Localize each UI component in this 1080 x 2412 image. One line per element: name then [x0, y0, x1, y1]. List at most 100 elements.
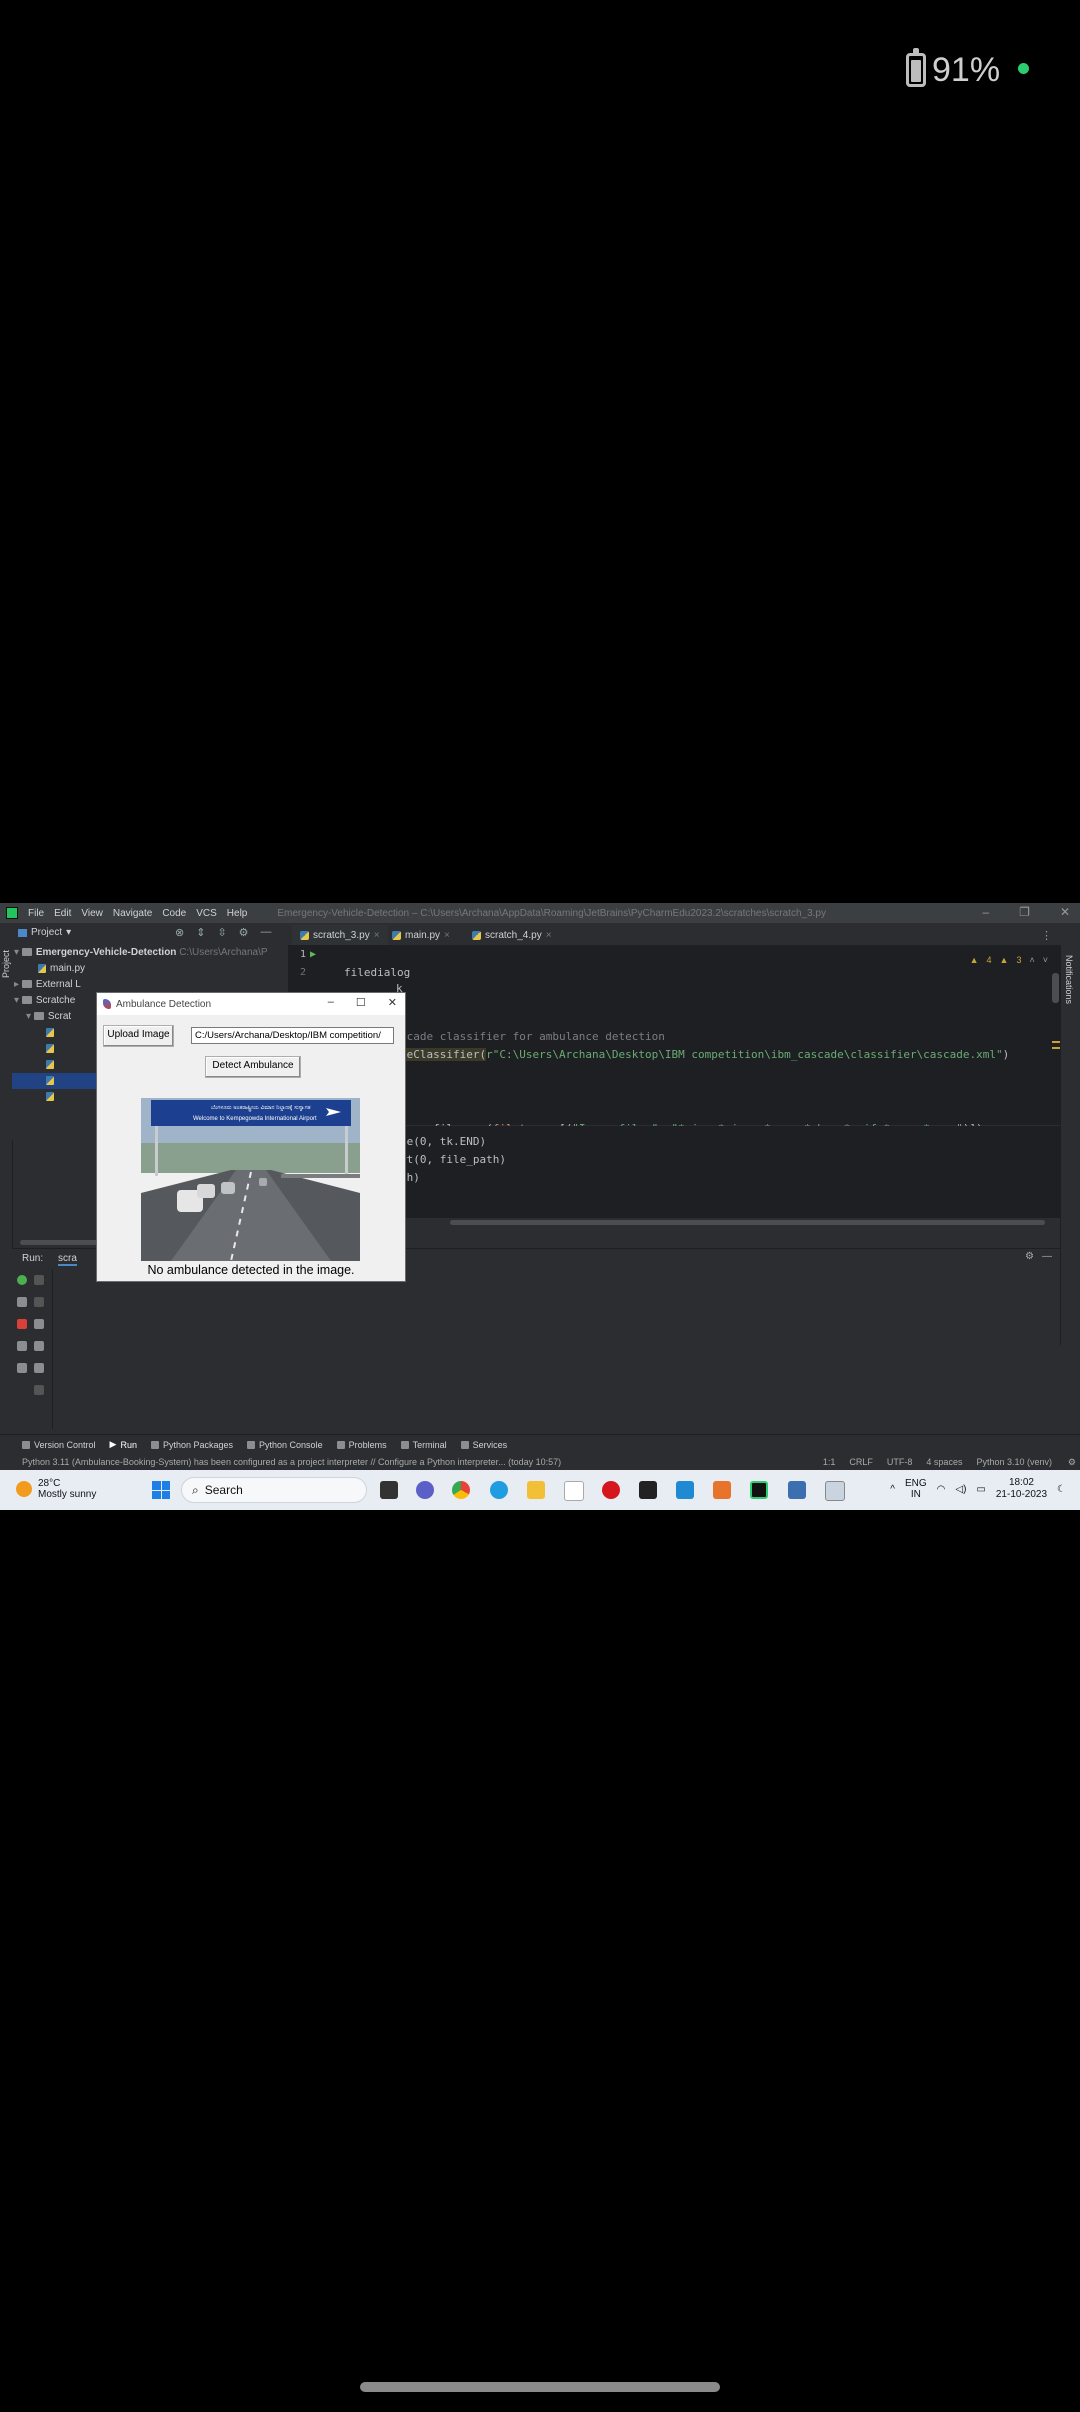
moon-icon[interactable]: ☾ [1057, 1484, 1066, 1495]
expand-all-icon[interactable]: ⇕ [196, 926, 205, 939]
notifications-side-tab[interactable]: Notifications [1064, 955, 1074, 1004]
opera-icon[interactable] [602, 1481, 620, 1499]
gear-icon[interactable]: ⚙ [1025, 1251, 1034, 1262]
chevron-up-icon[interactable]: ˄ [1029, 955, 1034, 965]
tree-scratch-file[interactable] [46, 1057, 58, 1073]
tree-item-external[interactable]: ▸ External L [14, 977, 81, 993]
inspection-widget[interactable]: ▲ 4 ▲ 3 ˄ ˅ [970, 955, 1048, 965]
tab-run[interactable]: ▶ Run [110, 1439, 137, 1450]
close-icon[interactable]: ✕ [388, 996, 397, 1009]
gear-icon[interactable]: ⚙ [1068, 1457, 1076, 1468]
tab-main[interactable]: main.py × [384, 925, 458, 945]
chrome-icon[interactable] [452, 1481, 470, 1499]
run-tab[interactable]: scra [58, 1253, 77, 1266]
caret-position[interactable]: 1:1 [823, 1457, 836, 1467]
minimize-icon[interactable]: – [982, 905, 989, 919]
app-icon[interactable] [639, 1481, 657, 1499]
wrench-icon[interactable] [17, 1297, 27, 1307]
gear-icon[interactable]: ⚙ [239, 926, 249, 939]
tab-version-control[interactable]: Version Control [22, 1440, 96, 1450]
start-button[interactable] [152, 1481, 170, 1499]
tab-problems[interactable]: Problems [336, 1440, 387, 1450]
down-arrow-icon[interactable] [34, 1297, 44, 1307]
language-indicator[interactable]: ENG IN [905, 1478, 927, 1500]
close-tab-icon[interactable]: × [444, 930, 450, 941]
tab-scratch-4[interactable]: scratch_4.py × [464, 925, 560, 945]
editor-vertical-scrollbar[interactable] [1052, 973, 1059, 1003]
interpreter-selector[interactable]: Python 3.10 (venv) [976, 1457, 1052, 1467]
stop-icon[interactable] [17, 1319, 27, 1329]
menu-vcs[interactable]: VCS [196, 908, 217, 919]
layout-icon[interactable] [17, 1341, 27, 1351]
chevron-up-icon[interactable]: ^ [890, 1484, 895, 1495]
task-view-icon[interactable] [380, 1481, 398, 1499]
notepad-icon[interactable] [564, 1481, 584, 1501]
line-separator[interactable]: CRLF [849, 1457, 873, 1467]
app-icon[interactable] [788, 1481, 806, 1499]
tree-item-scratches-child[interactable]: ▾ Scrat [26, 1009, 71, 1025]
maximize-icon[interactable]: ☐ [356, 996, 366, 1009]
editor-horizontal-scrollbar[interactable] [450, 1220, 1045, 1225]
tree-item-main[interactable]: main.py [38, 961, 85, 977]
tree-item-scratches[interactable]: ▾ Scratche [14, 993, 75, 1009]
hide-icon[interactable]: — [261, 926, 272, 939]
up-arrow-icon[interactable] [34, 1275, 44, 1285]
menu-navigate[interactable]: Navigate [113, 908, 152, 919]
chat-icon[interactable] [416, 1481, 434, 1499]
project-side-tab[interactable]: Project [1, 950, 11, 978]
menu-code[interactable]: Code [162, 908, 186, 919]
tab-python-packages[interactable]: Python Packages [150, 1440, 233, 1450]
project-view-selector[interactable]: Project ▾ [18, 927, 71, 938]
file-explorer-icon[interactable] [527, 1481, 545, 1499]
tab-python-console[interactable]: Python Console [247, 1440, 323, 1450]
status-message[interactable]: Python 3.11 (Ambulance-Booking-System) h… [22, 1457, 561, 1467]
menu-help[interactable]: Help [227, 908, 248, 919]
soft-wrap-icon[interactable] [34, 1319, 44, 1329]
indent-setting[interactable]: 4 spaces [926, 1457, 962, 1467]
close-icon[interactable]: ✕ [1060, 905, 1070, 919]
tree-scratch-file[interactable] [46, 1025, 58, 1041]
restore-icon[interactable]: ❐ [1019, 905, 1030, 919]
chevron-down-icon[interactable]: ˅ [1043, 955, 1048, 965]
home-gesture-bar[interactable] [360, 2382, 720, 2392]
print-icon[interactable] [34, 1363, 44, 1373]
hide-icon[interactable]: — [1042, 1251, 1052, 1262]
clock[interactable]: 18:02 21-10-2023 [996, 1477, 1047, 1501]
taskbar-search[interactable]: ⌕ Search [181, 1477, 367, 1503]
collapse-all-icon[interactable]: ⇳ [217, 926, 226, 939]
tab-services[interactable]: Services [460, 1440, 507, 1450]
wifi-icon[interactable]: ◠ [937, 1484, 946, 1495]
python-app-icon[interactable] [825, 1481, 845, 1501]
menu-file[interactable]: File [28, 908, 44, 919]
run-gutter-icon[interactable]: ▶ [310, 949, 316, 960]
python-file-icon [46, 1075, 54, 1085]
minimize-icon[interactable]: – [328, 996, 334, 1009]
volume-icon[interactable]: ◁) [955, 1484, 966, 1495]
close-tab-icon[interactable]: × [374, 930, 380, 941]
file-path-field[interactable]: C:/Users/Archana/Desktop/IBM competition… [191, 1027, 394, 1044]
vscode-icon[interactable] [676, 1481, 694, 1499]
trash-icon[interactable] [34, 1385, 44, 1395]
tree-scratch-file[interactable] [46, 1041, 58, 1057]
menu-edit[interactable]: Edit [54, 908, 71, 919]
rerun-icon[interactable] [17, 1275, 27, 1285]
tab-terminal[interactable]: Terminal [400, 1440, 447, 1450]
more-icon[interactable]: ⋮ [1041, 929, 1052, 942]
detect-ambulance-button[interactable]: Detect Ambulance [205, 1056, 301, 1078]
code-editor-lower[interactable]: te(0, tk.END) rt(0, file_path) th) [400, 1126, 1060, 1218]
tree-root[interactable]: ▾ Emergency-Vehicle-Detection C:\Users\A… [14, 945, 268, 961]
scroll-to-end-icon[interactable] [34, 1341, 44, 1351]
app-icon[interactable] [713, 1481, 731, 1499]
pin-icon[interactable] [17, 1363, 27, 1373]
file-encoding[interactable]: UTF-8 [887, 1457, 913, 1467]
upload-image-button[interactable]: Upload Image [103, 1025, 174, 1047]
weather-widget[interactable]: 28°C Mostly sunny [16, 1478, 96, 1500]
edge-icon[interactable] [490, 1481, 508, 1499]
pycharm-icon[interactable] [750, 1481, 768, 1499]
battery-tray-icon[interactable]: ▭ [976, 1484, 985, 1495]
tree-scratch-file[interactable] [46, 1089, 58, 1105]
tab-scratch-3[interactable]: scratch_3.py × [292, 925, 388, 947]
locate-icon[interactable]: ⊗ [175, 926, 184, 939]
close-tab-icon[interactable]: × [546, 930, 552, 941]
menu-view[interactable]: View [81, 908, 103, 919]
